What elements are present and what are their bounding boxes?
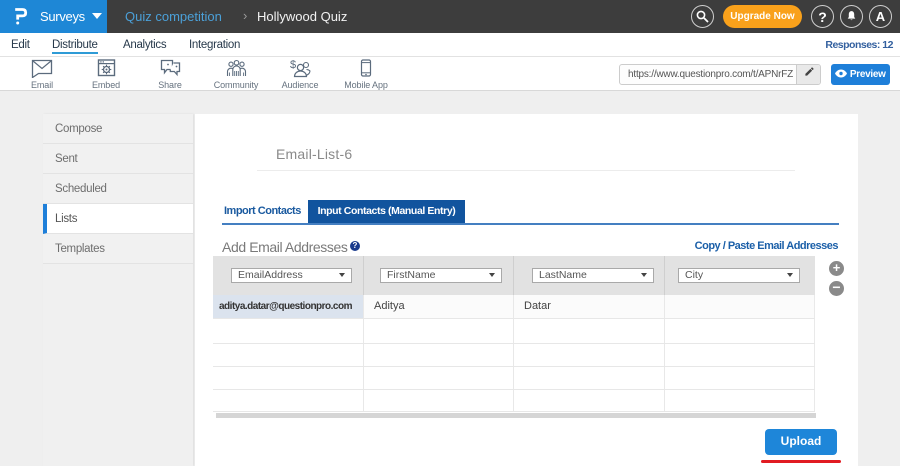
svg-text:$: $ bbox=[290, 59, 296, 71]
